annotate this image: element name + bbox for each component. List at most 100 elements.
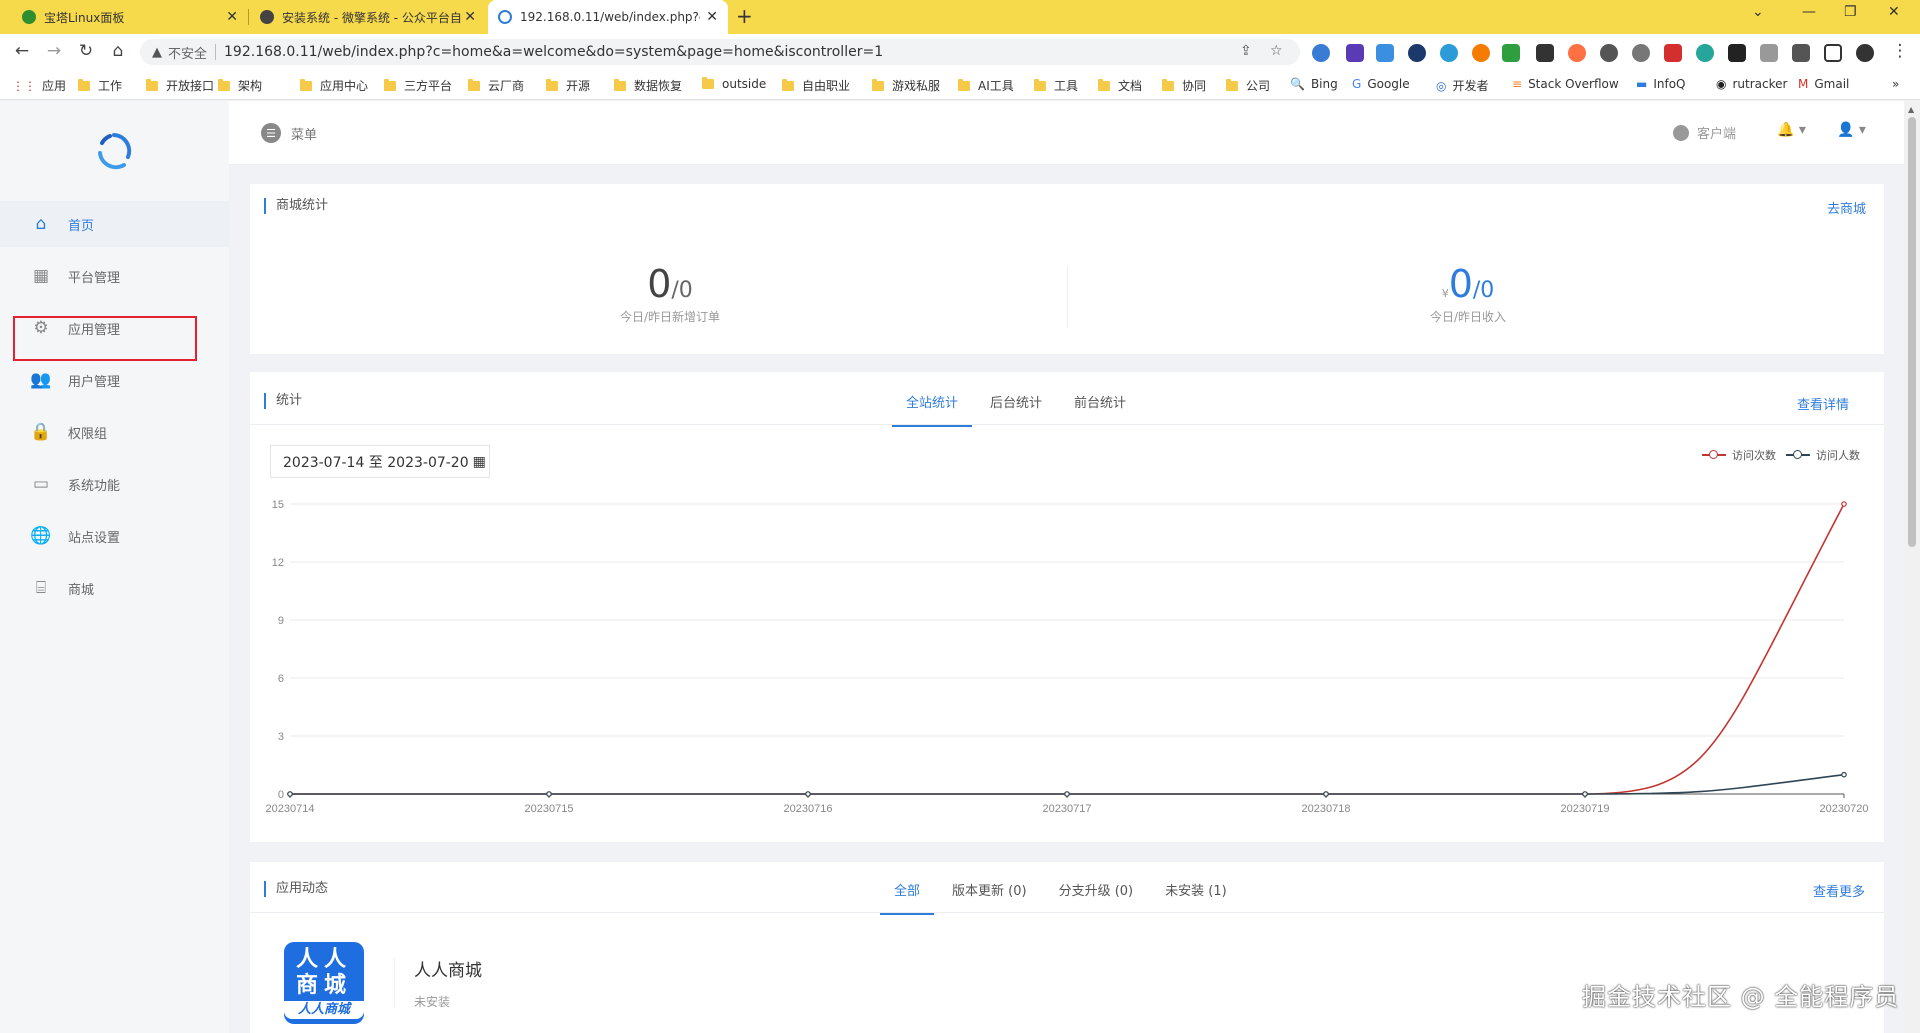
close-tab-icon[interactable]: ✕	[226, 9, 238, 25]
bookmark-3[interactable]: 架构	[218, 77, 262, 94]
go-to-mall-link[interactable]: 去商城	[1827, 198, 1866, 217]
date-range-picker[interactable]: 2023-07-14 至 2023-07-20 ▦	[270, 445, 490, 478]
address-input[interactable]: ▲ 不安全 192.168.0.11/web/index.php?c=home&…	[140, 39, 1300, 65]
app-logo-renren-mall[interactable]: 人人 商城 人人商城	[284, 942, 364, 1024]
tab-branch-upgrades[interactable]: 分支升级 (0)	[1059, 880, 1134, 915]
bookmark-0[interactable]: ⋮⋮ 应用	[12, 77, 66, 94]
kebab-menu-icon[interactable]: ⋮	[1888, 41, 1912, 61]
legend-label-visitors: 访问人数	[1816, 449, 1860, 462]
tab-site-stats[interactable]: 全站统计	[892, 392, 973, 427]
extension-icon[interactable]	[1346, 44, 1364, 62]
more-bookmarks-icon[interactable]: »	[1892, 77, 1899, 91]
extension-icon[interactable]	[1632, 44, 1650, 62]
new-tab-icon[interactable]: +	[736, 4, 753, 28]
close-tab-icon[interactable]: ✕	[464, 9, 476, 25]
extension-icon[interactable]	[1600, 44, 1618, 62]
bookmark-11[interactable]: 游戏私服	[872, 77, 940, 94]
restore-icon[interactable]: ❐	[1844, 4, 1857, 20]
globe-icon	[1673, 124, 1689, 141]
data-point	[1323, 791, 1329, 797]
chart-legend: 访问次数 访问人数	[1702, 447, 1860, 463]
extension-icon[interactable]	[1312, 44, 1330, 62]
browser-tab-3-active[interactable]: 192.168.0.11/web/index.php?c ✕	[488, 0, 728, 34]
menu-toggle[interactable]: ☰ 菜单	[261, 123, 317, 143]
extension-icon[interactable]	[1472, 44, 1490, 62]
bookmark-10[interactable]: 自由职业	[782, 77, 850, 94]
puzzle-icon[interactable]	[1792, 44, 1810, 62]
bookmark-15[interactable]: 协同	[1162, 77, 1206, 94]
sidebar-item-6[interactable]: 🌐 站点设置	[0, 513, 229, 559]
page-scrollbar[interactable]: ▲	[1904, 101, 1920, 1033]
bookmark-5[interactable]: 三方平台	[384, 77, 452, 94]
tab-all[interactable]: 全部	[880, 880, 935, 915]
bookmark-22[interactable]: ◉ rutracker	[1716, 77, 1787, 91]
home-icon[interactable]: ⌂	[106, 41, 130, 61]
sidebar-item-3[interactable]: 👥 用户管理	[0, 357, 229, 403]
bookmark-6[interactable]: 云厂商	[468, 77, 524, 94]
bookmark-18[interactable]: G Google	[1352, 77, 1410, 91]
bookmark-19[interactable]: ◎ 开发者	[1436, 77, 1489, 94]
bookmark-20[interactable]: ≡ Stack Overflow	[1512, 77, 1619, 91]
extension-icon[interactable]	[1728, 44, 1746, 62]
sidebar-item-4[interactable]: 🔒 权限组	[0, 409, 229, 455]
bookmark-9[interactable]: outside	[702, 77, 766, 91]
bookmark-label: 工作	[98, 79, 123, 93]
sidebar-item-0[interactable]: ⌂ 首页	[0, 201, 229, 247]
bookmark-21[interactable]: ▬ InfoQ	[1636, 77, 1686, 91]
tab-version-updates[interactable]: 版本更新 (0)	[952, 880, 1027, 915]
bookmark-8[interactable]: 数据恢复	[614, 77, 682, 94]
tab-not-installed[interactable]: 未安装 (1)	[1165, 880, 1227, 915]
extension-icon[interactable]	[1696, 44, 1714, 62]
sidebar-item-7[interactable]: ⌸ 商城	[0, 565, 229, 611]
bookmark-4[interactable]: 应用中心	[300, 77, 368, 94]
share-icon[interactable]: ⇪	[1240, 43, 1252, 59]
bookmark-17[interactable]: 🔍 Bing	[1290, 77, 1338, 91]
client-link[interactable]: 客户端	[1673, 123, 1736, 142]
folder-icon	[546, 78, 558, 91]
bookmark-star-icon[interactable]: ☆	[1270, 43, 1283, 59]
extension-icon[interactable]	[1376, 44, 1394, 62]
bookmark-7[interactable]: 开源	[546, 77, 590, 94]
app-name[interactable]: 人人商城	[414, 956, 482, 981]
extension-icon[interactable]	[1760, 44, 1778, 62]
sidepanel-icon[interactable]	[1824, 44, 1842, 62]
tab-frontend-stats[interactable]: 前台统计	[1074, 392, 1126, 427]
bookmark-13[interactable]: 工具	[1034, 77, 1078, 94]
view-details-link[interactable]: 查看详情	[1797, 394, 1849, 413]
extension-icon[interactable]	[1568, 44, 1586, 62]
user-menu-icon[interactable]: 👤 ▾	[1837, 122, 1866, 138]
browser-tab-2[interactable]: 安装系统 - 微擎系统 - 公众平台自 ✕	[250, 0, 486, 34]
reload-icon[interactable]: ↻	[74, 41, 98, 61]
bookmark-14[interactable]: 文档	[1098, 77, 1142, 94]
tab-search-icon[interactable]: ⌄	[1752, 4, 1764, 20]
bookmark-1[interactable]: 工作	[78, 77, 122, 94]
scrollbar-thumb[interactable]	[1908, 117, 1916, 547]
profile-avatar-icon[interactable]	[1856, 44, 1874, 62]
tab-backend-stats[interactable]: 后台统计	[990, 392, 1042, 427]
bookmark-12[interactable]: AI工具	[958, 77, 1014, 94]
extension-icon[interactable]	[1408, 44, 1426, 62]
close-tab-icon[interactable]: ✕	[706, 9, 718, 25]
forward-icon[interactable]: →	[42, 41, 66, 61]
sidebar-item-5[interactable]: ▭ 系统功能	[0, 461, 229, 507]
y-tick-label: 0	[278, 789, 284, 801]
extension-icon[interactable]	[1664, 44, 1682, 62]
sidebar-item-label: 系统功能	[68, 478, 121, 494]
back-icon[interactable]: ←	[10, 41, 34, 61]
extension-icon[interactable]	[1502, 44, 1520, 62]
bookmark-16[interactable]: 公司	[1226, 77, 1270, 94]
minimize-icon[interactable]: —	[1802, 4, 1816, 20]
browser-tab-1[interactable]: 宝塔Linux面板 ✕	[12, 0, 248, 34]
folder-icon	[958, 78, 970, 91]
bookmark-2[interactable]: 开放接口	[146, 77, 214, 94]
sidebar-item-1[interactable]: ▦ 平台管理	[0, 253, 229, 299]
logo-icon	[98, 133, 132, 170]
bookmark-23[interactable]: M Gmail	[1798, 77, 1849, 91]
view-more-link[interactable]: 查看更多	[1813, 881, 1865, 900]
close-window-icon[interactable]: ✕	[1888, 4, 1900, 20]
extension-icon[interactable]	[1440, 44, 1458, 62]
currency-symbol: ¥	[1441, 287, 1449, 300]
extension-icon[interactable]	[1536, 44, 1554, 62]
notification-bell-icon[interactable]: 🔔 ▾	[1777, 122, 1806, 138]
scroll-up-icon[interactable]: ▲	[1908, 105, 1914, 114]
